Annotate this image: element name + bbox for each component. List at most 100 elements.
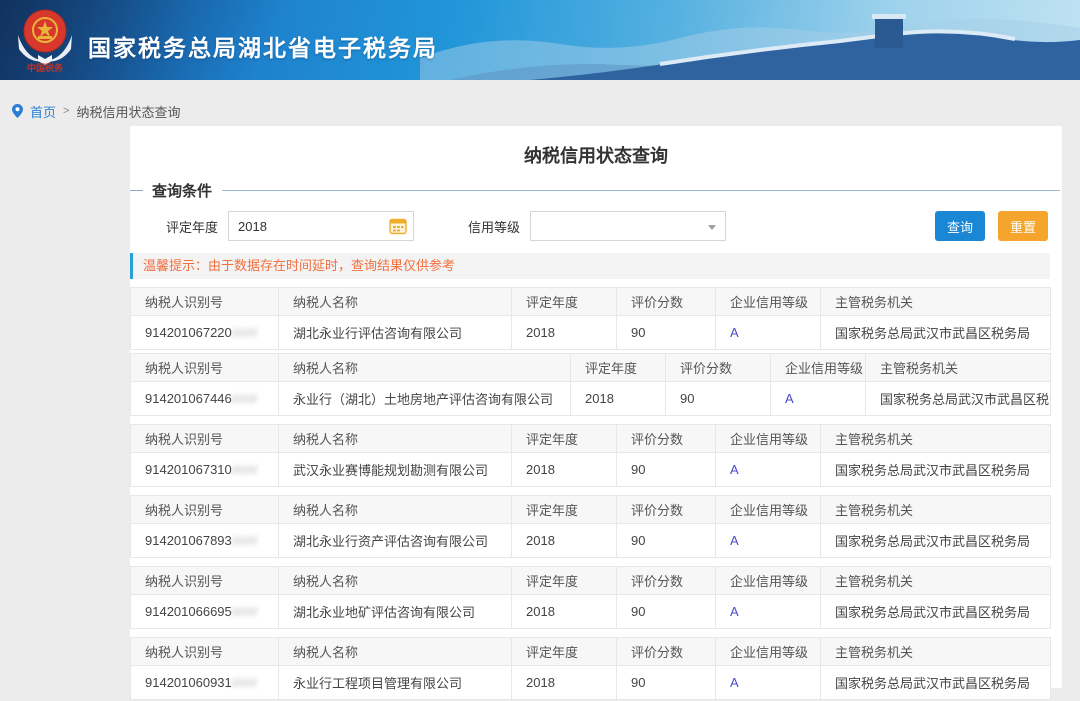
- col-taxpayer-id: 纳税人识别号: [131, 496, 279, 524]
- col-score: 评价分数: [617, 496, 716, 524]
- taxpayer-name-cell: 永业行工程项目管理有限公司: [279, 666, 512, 700]
- table-row: 914201067893////// 湖北永业行资产评估咨询有限公司 2018 …: [131, 524, 1051, 558]
- location-pin-icon: [12, 104, 23, 118]
- assessment-year-label: 评定年度: [166, 217, 218, 236]
- credit-grade-select[interactable]: [530, 211, 726, 241]
- assessment-year-input[interactable]: [229, 213, 379, 239]
- grade-cell: A: [716, 453, 821, 487]
- col-taxpayer-name: 纳税人名称: [279, 638, 512, 666]
- result-group: 纳税人识别号 纳税人名称 评定年度 评价分数 企业信用等级 主管税务机关 914…: [130, 353, 1051, 416]
- score-cell: 90: [666, 382, 771, 416]
- table-row: 914201066695////// 湖北永业地矿评估咨询有限公司 2018 9…: [131, 595, 1051, 629]
- grade-cell: A: [716, 595, 821, 629]
- result-group: 纳税人识别号 纳税人名称 评定年度 评价分数 企业信用等级 主管税务机关 914…: [130, 424, 1051, 487]
- col-year: 评定年度: [512, 638, 617, 666]
- query-conditions-label: 查询条件: [152, 180, 212, 201]
- col-taxpayer-name: 纳税人名称: [279, 567, 512, 595]
- col-taxpayer-id: 纳税人识别号: [131, 425, 279, 453]
- credit-grade-field: 信用等级: [468, 211, 726, 241]
- masked-id-part: //////: [232, 605, 258, 619]
- col-taxpayer-id: 纳税人识别号: [131, 567, 279, 595]
- grade-link[interactable]: A: [730, 533, 739, 548]
- table-header-row: 纳税人识别号 纳税人名称 评定年度 评价分数 企业信用等级 主管税务机关: [131, 638, 1051, 666]
- grade-cell: A: [716, 666, 821, 700]
- authority-cell: 国家税务总局武汉市武昌区税务局: [821, 666, 1051, 700]
- taxpayer-id: 914201067220: [145, 325, 232, 340]
- col-year: 评定年度: [512, 567, 617, 595]
- grade-link[interactable]: A: [730, 604, 739, 619]
- table-header-row: 纳税人识别号 纳税人名称 评定年度 评价分数 企业信用等级 主管税务机关: [131, 567, 1051, 595]
- assessment-year-input-box[interactable]: [228, 211, 414, 241]
- col-authority: 主管税务机关: [821, 496, 1051, 524]
- taxpayer-name-cell: 湖北永业地矿评估咨询有限公司: [279, 595, 512, 629]
- col-grade: 企业信用等级: [716, 496, 821, 524]
- year-cell: 2018: [512, 666, 617, 700]
- col-taxpayer-name: 纳税人名称: [279, 288, 512, 316]
- col-year: 评定年度: [512, 425, 617, 453]
- result-group: 纳税人识别号 纳税人名称 评定年度 评价分数 企业信用等级 主管税务机关 914…: [130, 495, 1051, 558]
- col-taxpayer-name: 纳税人名称: [279, 354, 571, 382]
- assessment-year-field: 评定年度: [166, 211, 414, 241]
- col-grade: 企业信用等级: [716, 567, 821, 595]
- authority-cell: 国家税务总局武汉市武昌区税务局: [821, 453, 1051, 487]
- col-grade: 企业信用等级: [716, 638, 821, 666]
- authority-cell: 国家税务总局武汉市武昌区税务局: [866, 382, 1051, 416]
- taxpayer-id: 914201067310: [145, 462, 232, 477]
- content-card: 纳税信用状态查询 查询条件 评定年度 信用等级 查: [130, 126, 1062, 688]
- table-header-row: 纳税人识别号 纳税人名称 评定年度 评价分数 企业信用等级 主管税务机关: [131, 288, 1051, 316]
- taxpayer-id: 914201060931: [145, 675, 232, 690]
- site-title: 国家税务总局湖北省电子税务局: [88, 29, 438, 63]
- grade-cell: A: [716, 316, 821, 350]
- table-row: 914201067220////// 湖北永业行评估咨询有限公司 2018 90…: [131, 316, 1051, 350]
- taxpayer-name-cell: 湖北永业行资产评估咨询有限公司: [279, 524, 512, 558]
- year-cell: 2018: [512, 595, 617, 629]
- col-year: 评定年度: [512, 496, 617, 524]
- result-group: 纳税人识别号 纳税人名称 评定年度 评价分数 企业信用等级 主管税务机关 914…: [130, 637, 1051, 700]
- grade-link[interactable]: A: [730, 462, 739, 477]
- reset-button[interactable]: 重置: [998, 211, 1048, 241]
- page-title: 纳税信用状态查询: [130, 126, 1062, 168]
- query-conditions-section-header: 查询条件: [130, 180, 1062, 201]
- taxpayer-id-cell: 914201066695//////: [131, 595, 279, 629]
- table-row: 914201060931////// 永业行工程项目管理有限公司 2018 90…: [131, 666, 1051, 700]
- col-authority: 主管税务机关: [821, 638, 1051, 666]
- query-form: 评定年度 信用等级 查询 重置: [166, 211, 1062, 241]
- table-header-row: 纳税人识别号 纳税人名称 评定年度 评价分数 企业信用等级 主管税务机关: [131, 425, 1051, 453]
- taxpayer-id: 914201067446: [145, 391, 232, 406]
- col-taxpayer-name: 纳税人名称: [279, 425, 512, 453]
- masked-id-part: //////: [232, 676, 258, 690]
- taxpayer-id-cell: 914201067893//////: [131, 524, 279, 558]
- masked-id-part: //////: [232, 326, 258, 340]
- col-year: 评定年度: [571, 354, 666, 382]
- masked-id-part: //////: [232, 534, 258, 548]
- score-cell: 90: [617, 316, 716, 350]
- tax-bureau-emblem-logo: 中国税务: [16, 5, 74, 73]
- score-cell: 90: [617, 595, 716, 629]
- grade-link[interactable]: A: [730, 325, 739, 340]
- table-row: 914201067446////// 永业行（湖北）土地房地产评估咨询有限公司 …: [131, 382, 1051, 416]
- search-button[interactable]: 查询: [935, 211, 985, 241]
- year-cell: 2018: [571, 382, 666, 416]
- form-buttons: 查询 重置: [935, 211, 1048, 241]
- grade-link[interactable]: A: [730, 675, 739, 690]
- masked-id-part: //////: [232, 392, 258, 406]
- col-year: 评定年度: [512, 288, 617, 316]
- col-grade: 企业信用等级: [716, 288, 821, 316]
- table-header-row: 纳税人识别号 纳税人名称 评定年度 评价分数 企业信用等级 主管税务机关: [131, 354, 1051, 382]
- taxpayer-name-cell: 永业行（湖北）土地房地产评估咨询有限公司: [279, 382, 571, 416]
- chevron-down-icon: [708, 225, 716, 230]
- year-cell: 2018: [512, 524, 617, 558]
- grade-link[interactable]: A: [785, 391, 794, 406]
- table-header-row: 纳税人识别号 纳税人名称 评定年度 评价分数 企业信用等级 主管税务机关: [131, 496, 1051, 524]
- col-authority: 主管税务机关: [821, 567, 1051, 595]
- breadcrumb-home-link[interactable]: 首页: [30, 102, 56, 121]
- taxpayer-id-cell: 914201067220//////: [131, 316, 279, 350]
- taxpayer-id-cell: 914201067446//////: [131, 382, 279, 416]
- taxpayer-id-cell: 914201067310//////: [131, 453, 279, 487]
- year-cell: 2018: [512, 316, 617, 350]
- col-grade: 企业信用等级: [771, 354, 866, 382]
- grade-cell: A: [716, 524, 821, 558]
- credit-grade-label: 信用等级: [468, 217, 520, 236]
- calendar-icon[interactable]: [389, 217, 407, 235]
- breadcrumb-separator: >: [63, 105, 69, 117]
